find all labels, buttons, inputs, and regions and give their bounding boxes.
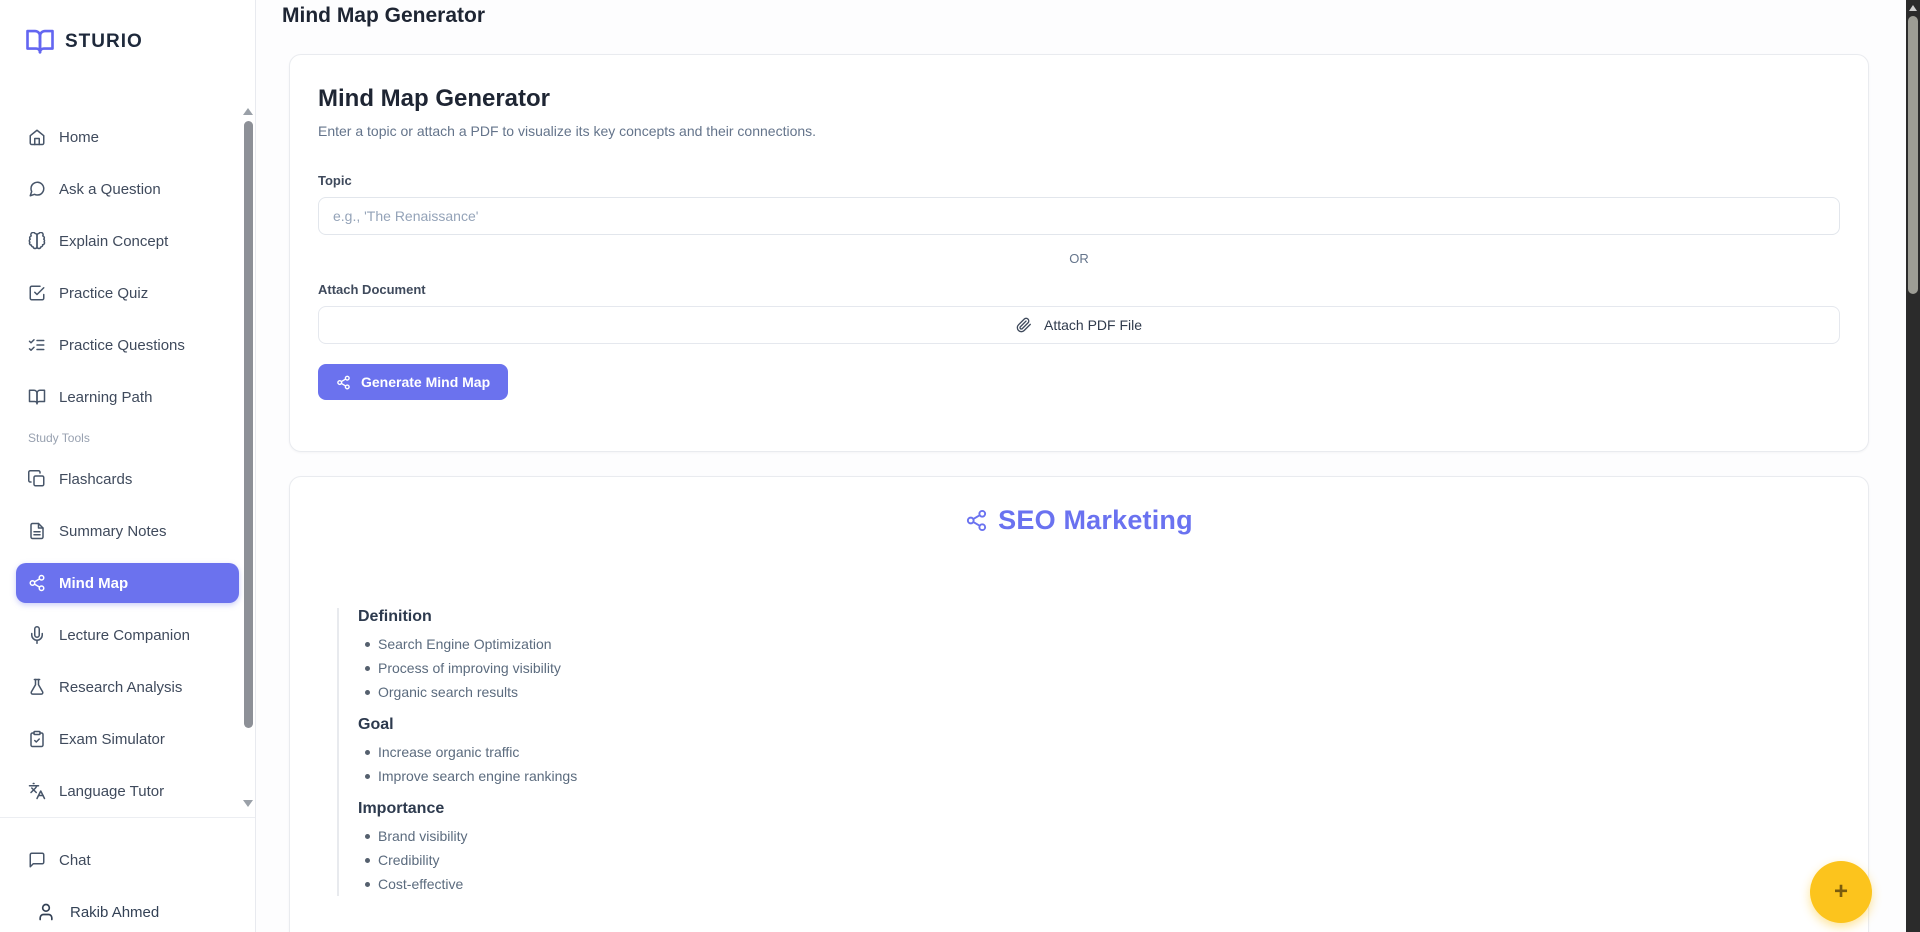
or-divider: OR (1069, 251, 1089, 266)
topic-label: Topic (318, 173, 352, 188)
book-open-icon (28, 388, 46, 406)
sidebar-item-label: Ask a Question (59, 180, 161, 198)
add-floating-button[interactable]: + (1810, 861, 1872, 923)
share-nodes-icon (337, 375, 350, 389)
mind-map-branches: Definition Search Engine Optimization Pr… (337, 608, 1840, 896)
sidebar-item-lecture-companion[interactable]: Lecture Companion (0, 615, 239, 655)
app-root: STURIO Home Ask a Question Explain Conce… (0, 0, 1920, 932)
branch-leaf: Credibility (358, 848, 1840, 872)
user-profile[interactable]: Rakib Ahmed (0, 892, 255, 932)
sidebar-item-label: Lecture Companion (59, 626, 190, 644)
list-checks-icon (28, 336, 46, 354)
sidebar-item-label: Summary Notes (59, 522, 167, 540)
user-name: Rakib Ahmed (70, 903, 160, 921)
book-logo-icon (25, 26, 55, 56)
branch-title: Importance (358, 800, 445, 817)
sidebar-item-mind-map[interactable]: Mind Map (16, 563, 239, 604)
branch-leaf: Search Engine Optimization (358, 632, 1840, 656)
mind-map-branch-definition: Definition Search Engine Optimization Pr… (358, 608, 1840, 704)
sidebar-item-explain-concept[interactable]: Explain Concept (0, 221, 239, 261)
sidebar-item-label: Learning Path (59, 388, 153, 406)
window-scrollbar[interactable] (1906, 0, 1920, 932)
sidebar-item-label: Research Analysis (59, 678, 183, 696)
sidebar-item-label: Language Tutor (59, 782, 165, 800)
sidebar-item-label: Mind Map (59, 574, 129, 592)
sidebar-item-practice-quiz[interactable]: Practice Quiz (0, 273, 239, 313)
sidebar-scroll-up-arrow[interactable] (243, 108, 253, 115)
sidebar-item-label: Flashcards (59, 470, 133, 488)
branch-leaf: Increase organic traffic (358, 740, 1840, 764)
brain-icon (28, 232, 46, 250)
mind-map-generator-card: Mind Map Generator Enter a topic or atta… (289, 54, 1869, 452)
mind-map-title: SEO Marketing (998, 505, 1193, 535)
mind-map-branch-goal: Goal Increase organic traffic Improve se… (358, 716, 1840, 788)
sidebar-scrollbar-thumb[interactable] (244, 121, 253, 728)
sidebar-item-label: Home (59, 128, 100, 146)
app-logo[interactable]: STURIO (0, 0, 255, 104)
attach-pdf-button[interactable]: Attach PDF File (318, 306, 1840, 344)
topic-input[interactable] (318, 197, 1840, 235)
message-circle-icon (28, 180, 46, 198)
sidebar-item-ask-a-question[interactable]: Ask a Question (0, 169, 239, 209)
sidebar-item-label: Practice Questions (59, 336, 185, 354)
sidebar-item-label: Exam Simulator (59, 730, 165, 748)
copy-icon (28, 470, 46, 488)
sidebar-item-learning-path[interactable]: Learning Path (0, 377, 239, 417)
sidebar-bottom-section: Chat Rakib Ahmed (0, 817, 255, 932)
branch-title: Definition (358, 608, 432, 625)
branch-leaf: Organic search results (358, 680, 1840, 704)
flask-icon (28, 678, 46, 696)
study-tools-section-label: Study Tools (28, 431, 90, 446)
sidebar-item-label: Explain Concept (59, 232, 169, 250)
user-icon (36, 902, 56, 922)
microphone-icon (28, 626, 46, 645)
sidebar-item-language-tutor[interactable]: Language Tutor (0, 771, 239, 811)
attach-document-label: Attach Document (318, 282, 426, 297)
page-title: Mind Map Generator (282, 4, 486, 27)
branch-leaf: Cost-effective (358, 872, 1840, 896)
sidebar-item-home[interactable]: Home (0, 117, 239, 157)
branch-leaf: Process of improving visibility (358, 656, 1840, 680)
plus-icon: + (1833, 878, 1848, 905)
branch-leaf: Improve search engine rankings (358, 764, 1840, 788)
sidebar: STURIO Home Ask a Question Explain Conce… (0, 0, 256, 932)
share-nodes-icon (28, 574, 46, 592)
clipboard-check-icon (28, 730, 46, 748)
languages-icon (28, 782, 46, 800)
generator-card-subtitle: Enter a topic or attach a PDF to visuali… (318, 123, 817, 139)
generator-card-title: Mind Map Generator (318, 85, 551, 112)
sidebar-item-summary-notes[interactable]: Summary Notes (0, 511, 239, 551)
sidebar-scroll-down-arrow[interactable] (243, 800, 253, 807)
window-scrollbar-thumb[interactable] (1908, 16, 1918, 294)
sidebar-item-exam-simulator[interactable]: Exam Simulator (0, 719, 239, 759)
sidebar-item-chat[interactable]: Chat (0, 840, 239, 880)
paperclip-icon (1016, 317, 1031, 333)
app-name: STURIO (65, 31, 143, 52)
sidebar-item-label: Chat (59, 851, 91, 869)
share-nodes-icon (967, 509, 987, 532)
check-square-icon (28, 284, 46, 302)
generate-button-label: Generate Mind Map (361, 374, 491, 390)
branch-leaf: Brand visibility (358, 824, 1840, 848)
file-text-icon (28, 522, 46, 540)
mind-map-result-card: SEO Marketing Definition Search Engine O… (289, 476, 1869, 932)
home-icon (28, 128, 46, 146)
mind-map-branch-importance: Importance Brand visibility Credibility … (358, 800, 1840, 896)
sidebar-item-label: Practice Quiz (59, 284, 149, 302)
branch-title: Goal (358, 716, 394, 733)
attach-pdf-button-label: Attach PDF File (1043, 317, 1143, 333)
scrollbar-up-arrow[interactable] (1909, 5, 1917, 11)
sidebar-nav: Home Ask a Question Explain Concept Prac… (0, 104, 255, 817)
mind-map-root-node[interactable]: SEO Marketing (318, 505, 1840, 536)
sidebar-item-practice-questions[interactable]: Practice Questions (0, 325, 239, 365)
sidebar-item-flashcards[interactable]: Flashcards (0, 459, 239, 499)
chat-icon (28, 851, 46, 869)
main-content: Mind Map Generator Mind Map Generator En… (256, 0, 1920, 932)
generate-mind-map-button[interactable]: Generate Mind Map (318, 364, 509, 400)
sidebar-item-research-analysis[interactable]: Research Analysis (0, 667, 239, 707)
